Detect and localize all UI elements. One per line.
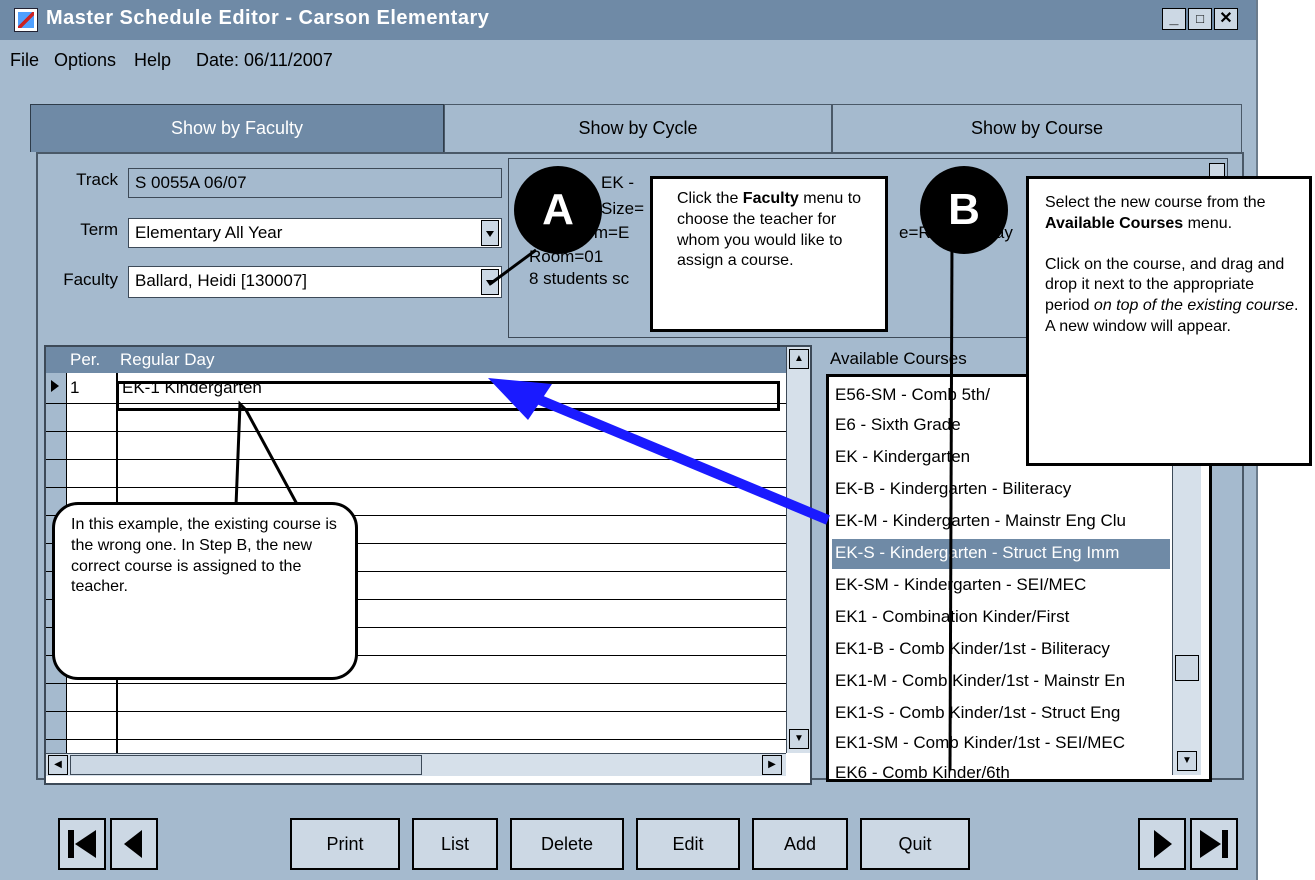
- callout-b-italic: on top of the existing course: [1093, 297, 1295, 315]
- callout-b: Select the new course from the Available…: [1026, 176, 1312, 466]
- callout-a-text-1: Click the: [677, 190, 743, 207]
- callout-b-bold: Available Courses: [1045, 214, 1184, 232]
- step-a-badge: A: [514, 166, 602, 254]
- callout-example: In this example, the existing course is …: [52, 502, 358, 680]
- callout-b-text-2: menu.: [1183, 214, 1233, 232]
- step-b-badge: B: [920, 166, 1008, 254]
- callout-a: Click the Faculty menu to choose the tea…: [650, 176, 888, 332]
- callout-a-bold: Faculty: [742, 190, 799, 207]
- callout-b-text-1: Select the new course from the: [1045, 194, 1266, 211]
